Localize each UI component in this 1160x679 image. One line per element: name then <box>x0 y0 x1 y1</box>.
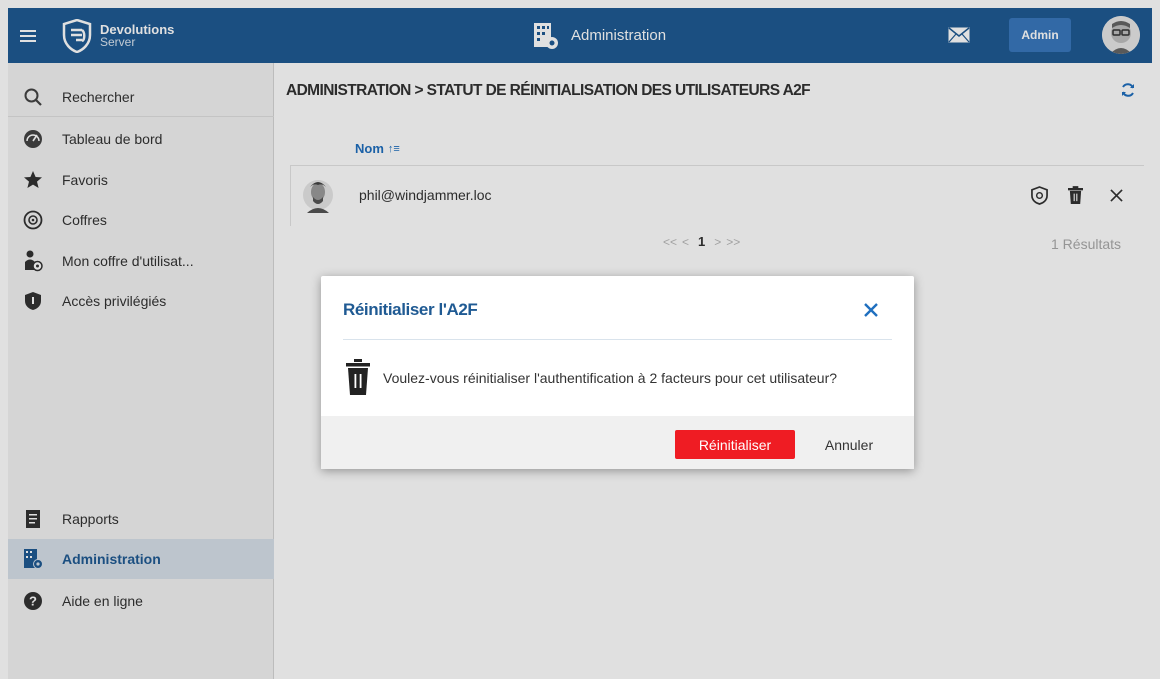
trash-icon <box>346 359 370 395</box>
reset-button[interactable]: Réinitialiser <box>675 430 795 459</box>
cancel-button[interactable]: Annuler <box>809 430 889 459</box>
dialog-message: Voulez-vous réinitialiser l'authentifica… <box>383 370 838 386</box>
dialog-close-icon[interactable] <box>861 300 881 320</box>
dialog-footer: Réinitialiser Annuler <box>321 416 914 469</box>
dialog-title: Réinitialiser l'A2F <box>343 300 478 319</box>
dialog-divider <box>343 339 892 340</box>
reset-mfa-dialog: Réinitialiser l'A2F Voulez-vous réinitia… <box>321 276 914 469</box>
